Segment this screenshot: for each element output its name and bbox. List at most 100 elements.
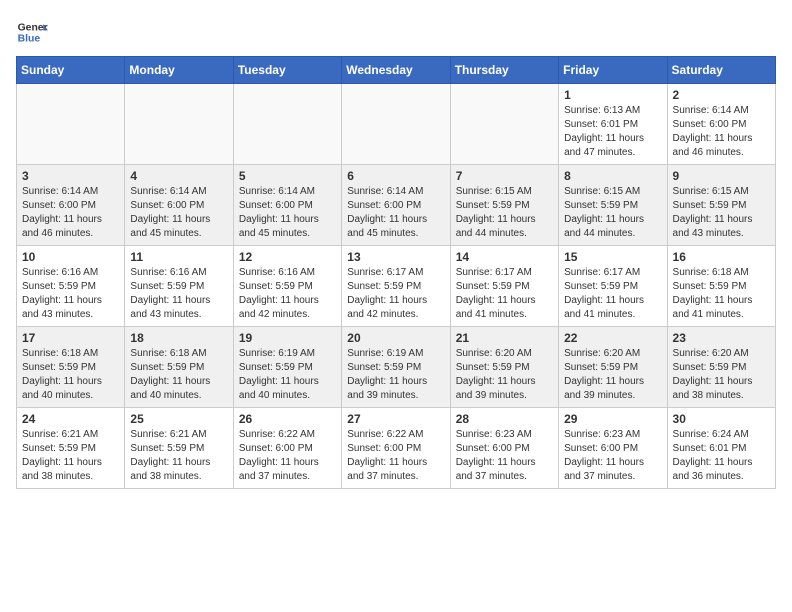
col-header-friday: Friday (559, 57, 667, 84)
day-info: Sunrise: 6:14 AM Sunset: 6:00 PM Dayligh… (239, 185, 336, 241)
day-info: Sunrise: 6:23 AM Sunset: 6:00 PM Dayligh… (564, 428, 661, 484)
calendar-cell: 30Sunrise: 6:24 AM Sunset: 6:01 PM Dayli… (667, 408, 775, 489)
calendar-cell: 22 Sunrise: 6:20 AM Sunset: 5:59 PM Dayli… (559, 327, 667, 408)
col-header-sunday: Sunday (17, 57, 125, 84)
day-number: 14 (456, 250, 553, 264)
calendar-cell: 29 Sunrise: 6:23 AM Sunset: 6:00 PM Dayli… (559, 408, 667, 489)
day-number: 20 (347, 331, 444, 345)
day-info: Sunrise: 6:22 AM Sunset: 6:00 PM Dayligh… (239, 428, 336, 484)
day-number: 27 (347, 412, 444, 426)
calendar-cell: 11 Sunrise: 6:16 AM Sunset: 5:59 PM Dayli… (125, 246, 233, 327)
day-info: Sunrise: 6:18 AM Sunset: 5:59 PM Dayligh… (130, 347, 227, 403)
day-number: 12 (239, 250, 336, 264)
day-info: Sunrise: 6:15 AM Sunset: 5:59 PM Dayligh… (673, 185, 770, 241)
calendar-cell: 12 Sunrise: 6:16 AM Sunset: 5:59 PM Dayli… (233, 246, 341, 327)
calendar-week-2: 3 Sunrise: 6:14 AM Sunset: 6:00 PM Daylig… (17, 165, 776, 246)
logo-icon: General Blue (16, 16, 48, 48)
day-info: Sunrise: 6:13 AM Sunset: 6:01 PM Dayligh… (564, 104, 661, 160)
day-number: 29 (564, 412, 661, 426)
day-info: Sunrise: 6:14 AM Sunset: 6:00 PM Dayligh… (130, 185, 227, 241)
calendar-cell: 16 Sunrise: 6:18 AM Sunset: 5:59 PM Dayli… (667, 246, 775, 327)
calendar-cell: 5Sunrise: 6:14 AM Sunset: 6:00 PM Daylig… (233, 165, 341, 246)
col-header-saturday: Saturday (667, 57, 775, 84)
day-info: Sunrise: 6:14 AM Sunset: 6:00 PM Dayligh… (673, 104, 770, 160)
day-number: 30 (673, 412, 770, 426)
day-info: Sunrise: 6:15 AM Sunset: 5:59 PM Dayligh… (564, 185, 661, 241)
col-header-monday: Monday (125, 57, 233, 84)
calendar-cell (125, 84, 233, 165)
day-info: Sunrise: 6:21 AM Sunset: 5:59 PM Dayligh… (22, 428, 119, 484)
calendar-cell: 6 Sunrise: 6:14 AM Sunset: 6:00 PM Daylig… (342, 165, 450, 246)
calendar-cell: 1Sunrise: 6:13 AM Sunset: 6:01 PM Daylig… (559, 84, 667, 165)
col-header-wednesday: Wednesday (342, 57, 450, 84)
calendar-cell: 28Sunrise: 6:23 AM Sunset: 6:00 PM Dayli… (450, 408, 558, 489)
calendar-cell: 21Sunrise: 6:20 AM Sunset: 5:59 PM Dayli… (450, 327, 558, 408)
col-header-thursday: Thursday (450, 57, 558, 84)
calendar-week-1: 1Sunrise: 6:13 AM Sunset: 6:01 PM Daylig… (17, 84, 776, 165)
calendar-cell: 8Sunrise: 6:15 AM Sunset: 5:59 PM Daylig… (559, 165, 667, 246)
day-info: Sunrise: 6:16 AM Sunset: 5:59 PM Dayligh… (22, 266, 119, 322)
day-info: Sunrise: 6:20 AM Sunset: 5:59 PM Dayligh… (564, 347, 661, 403)
logo: General Blue (16, 16, 48, 48)
day-info: Sunrise: 6:17 AM Sunset: 5:59 PM Dayligh… (564, 266, 661, 322)
calendar-cell: 2 Sunrise: 6:14 AM Sunset: 6:00 PM Daylig… (667, 84, 775, 165)
calendar-week-5: 24 Sunrise: 6:21 AM Sunset: 5:59 PM Dayli… (17, 408, 776, 489)
calendar-cell: 17Sunrise: 6:18 AM Sunset: 5:59 PM Dayli… (17, 327, 125, 408)
calendar-cell: 13 Sunrise: 6:17 AM Sunset: 5:59 PM Dayli… (342, 246, 450, 327)
day-number: 26 (239, 412, 336, 426)
day-number: 13 (347, 250, 444, 264)
calendar-cell: 9 Sunrise: 6:15 AM Sunset: 5:59 PM Daylig… (667, 165, 775, 246)
day-info: Sunrise: 6:14 AM Sunset: 6:00 PM Dayligh… (347, 185, 444, 241)
day-info: Sunrise: 6:20 AM Sunset: 5:59 PM Dayligh… (673, 347, 770, 403)
day-number: 16 (673, 250, 770, 264)
day-number: 18 (130, 331, 227, 345)
day-number: 21 (456, 331, 553, 345)
calendar-cell: 24 Sunrise: 6:21 AM Sunset: 5:59 PM Dayli… (17, 408, 125, 489)
calendar-cell: 27Sunrise: 6:22 AM Sunset: 6:00 PM Dayli… (342, 408, 450, 489)
calendar-cell: 18 Sunrise: 6:18 AM Sunset: 5:59 PM Dayli… (125, 327, 233, 408)
day-info: Sunrise: 6:16 AM Sunset: 5:59 PM Dayligh… (130, 266, 227, 322)
day-number: 28 (456, 412, 553, 426)
calendar-week-3: 10 Sunrise: 6:16 AM Sunset: 5:59 PM Dayli… (17, 246, 776, 327)
calendar-header-row: SundayMondayTuesdayWednesdayThursdayFrid… (17, 57, 776, 84)
col-header-tuesday: Tuesday (233, 57, 341, 84)
svg-text:Blue: Blue (18, 34, 41, 45)
day-info: Sunrise: 6:17 AM Sunset: 5:59 PM Dayligh… (347, 266, 444, 322)
calendar-cell: 15 Sunrise: 6:17 AM Sunset: 5:59 PM Dayli… (559, 246, 667, 327)
day-number: 4 (130, 169, 227, 183)
calendar-cell: 4 Sunrise: 6:14 AM Sunset: 6:00 PM Daylig… (125, 165, 233, 246)
calendar-week-4: 17 Sunrise: 6:18 AM Sunset: 5:59 PM Dayli… (17, 327, 776, 408)
day-number: 25 (130, 412, 227, 426)
day-number: 17 (22, 331, 119, 345)
calendar-cell: 10 Sunrise: 6:16 AM Sunset: 5:59 PM Dayli… (17, 246, 125, 327)
calendar-cell: 23 Sunrise: 6:20 AM Sunset: 5:59 PM Dayli… (667, 327, 775, 408)
day-info: Sunrise: 6:21 AM Sunset: 5:59 PM Dayligh… (130, 428, 227, 484)
day-number: 3 (22, 169, 119, 183)
calendar-cell: 14Sunrise: 6:17 AM Sunset: 5:59 PM Dayli… (450, 246, 558, 327)
day-info: Sunrise: 6:19 AM Sunset: 5:59 PM Dayligh… (347, 347, 444, 403)
calendar-cell (233, 84, 341, 165)
day-number: 9 (673, 169, 770, 183)
calendar-cell (342, 84, 450, 165)
day-info: Sunrise: 6:14 AM Sunset: 6:00 PM Dayligh… (22, 185, 119, 241)
day-number: 2 (673, 88, 770, 102)
calendar-table: SundayMondayTuesdayWednesdayThursdayFrid… (16, 56, 776, 489)
day-number: 11 (130, 250, 227, 264)
day-info: Sunrise: 6:15 AM Sunset: 5:59 PM Dayligh… (456, 185, 553, 241)
page-header: General Blue (16, 16, 776, 48)
calendar-cell: 19Sunrise: 6:19 AM Sunset: 5:59 PM Dayli… (233, 327, 341, 408)
day-number: 24 (22, 412, 119, 426)
day-info: Sunrise: 6:16 AM Sunset: 5:59 PM Dayligh… (239, 266, 336, 322)
calendar-cell: 25 Sunrise: 6:21 AM Sunset: 5:59 PM Dayli… (125, 408, 233, 489)
calendar-cell (17, 84, 125, 165)
day-number: 23 (673, 331, 770, 345)
day-number: 6 (347, 169, 444, 183)
day-number: 22 (564, 331, 661, 345)
calendar-cell: 26 Sunrise: 6:22 AM Sunset: 6:00 PM Dayli… (233, 408, 341, 489)
day-number: 10 (22, 250, 119, 264)
calendar-cell (450, 84, 558, 165)
calendar-cell: 20 Sunrise: 6:19 AM Sunset: 5:59 PM Dayli… (342, 327, 450, 408)
day-number: 19 (239, 331, 336, 345)
day-info: Sunrise: 6:18 AM Sunset: 5:59 PM Dayligh… (673, 266, 770, 322)
day-number: 15 (564, 250, 661, 264)
